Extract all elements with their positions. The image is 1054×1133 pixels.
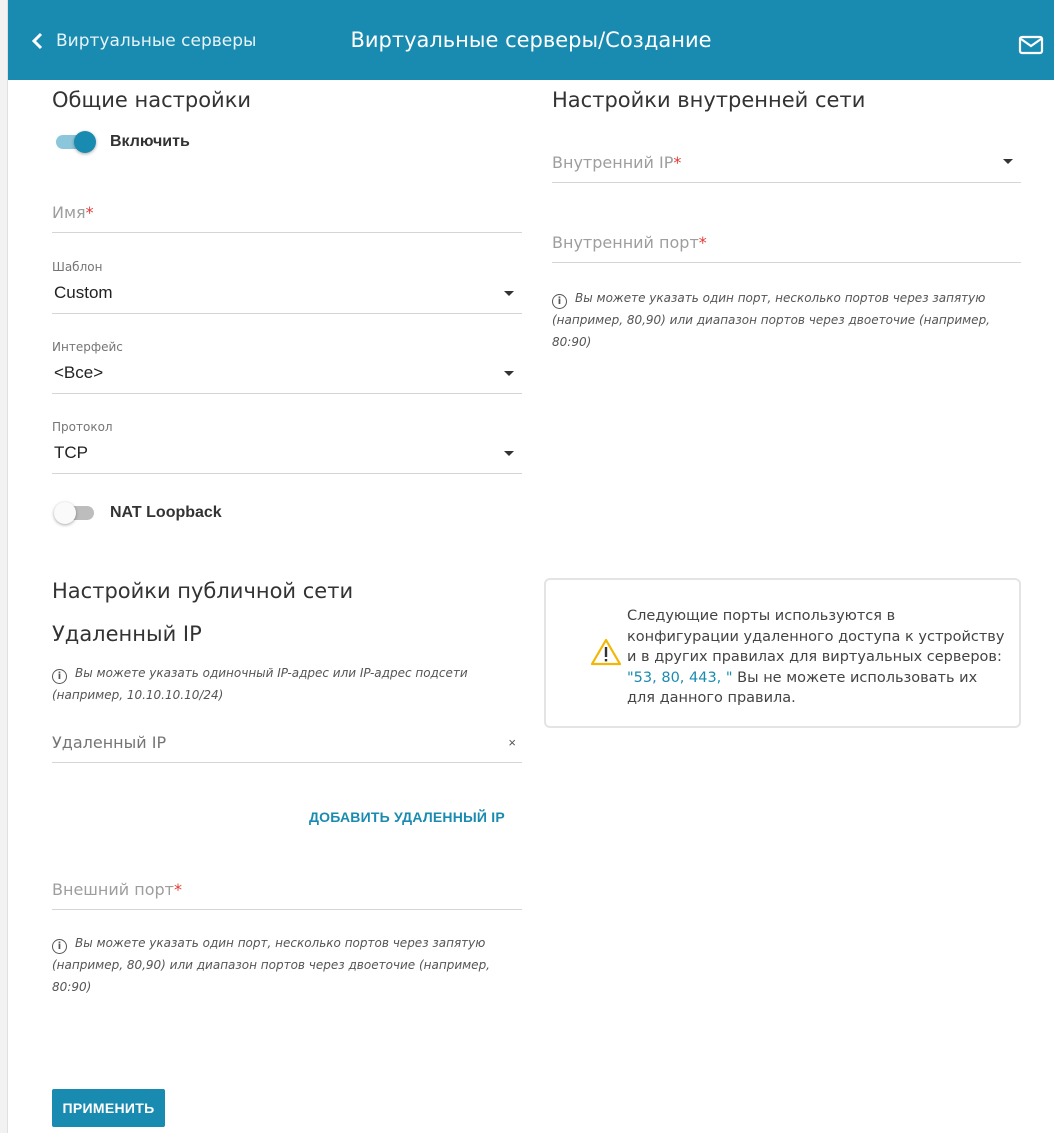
- external-port-placeholder: Внешний порт*: [52, 880, 182, 899]
- nat-loopback-toggle-knob: [54, 502, 76, 524]
- external-port-hint: i Вы можете указать один порт, несколько …: [52, 932, 517, 998]
- warning-text: Следующие порты используются в конфигура…: [627, 606, 1007, 709]
- top-bar: Виртуальные серверы Виртуальные серверы/…: [8, 0, 1054, 80]
- nat-loopback-label: NAT Loopback: [110, 504, 222, 521]
- remote-ip-field[interactable]: Удаленный IP ×: [52, 720, 522, 763]
- internal-port-field[interactable]: Внутренний порт*: [552, 220, 1021, 263]
- left-frame-border: [0, 0, 8, 1133]
- name-placeholder: Имя*: [52, 203, 94, 222]
- enable-toggle-track: [56, 131, 96, 153]
- template-value: Custom: [54, 283, 113, 302]
- public-network-heading: Настройки публичной сети: [52, 579, 354, 603]
- dropdown-arrow-icon: [1003, 159, 1013, 164]
- internal-port-hint: i Вы можете указать один порт, несколько …: [552, 287, 1022, 353]
- warning-text-before: Следующие порты используются в конфигура…: [627, 608, 1005, 665]
- page-title: Виртуальные серверы/Создание: [350, 28, 712, 52]
- required-mark: *: [85, 203, 94, 222]
- internal-port-placeholder-text: Внутренний порт: [552, 233, 699, 252]
- protocol-select[interactable]: Протокол TCP: [52, 420, 522, 474]
- internal-port-placeholder: Внутренний порт*: [552, 233, 707, 252]
- info-icon: i: [52, 669, 67, 684]
- external-port-hint-text: Вы можете указать один порт, несколько п…: [52, 936, 490, 994]
- remote-ip-heading: Удаленный IP: [52, 622, 202, 646]
- template-select[interactable]: Шаблон Custom: [52, 260, 522, 314]
- interface-value: <Все>: [54, 363, 104, 382]
- nat-loopback-toggle-track: [54, 502, 94, 524]
- enable-toggle[interactable]: Включить: [56, 131, 190, 153]
- name-placeholder-text: Имя: [52, 203, 86, 222]
- enable-toggle-label: Включить: [110, 133, 190, 150]
- warning-icon: [590, 638, 622, 666]
- dropdown-arrow-icon: [504, 371, 514, 376]
- interface-label: Интерфейс: [52, 340, 123, 354]
- general-settings-heading: Общие настройки: [52, 88, 252, 112]
- mail-icon[interactable]: [1018, 35, 1044, 55]
- remote-ip-placeholder: Удаленный IP: [52, 733, 167, 752]
- template-label: Шаблон: [52, 260, 103, 274]
- nat-loopback-toggle[interactable]: NAT Loopback: [54, 502, 222, 524]
- enable-toggle-knob: [74, 131, 96, 153]
- protocol-value: TCP: [54, 443, 88, 462]
- info-icon: i: [52, 939, 67, 954]
- internal-ip-select[interactable]: Внутренний IP*: [552, 140, 1021, 183]
- required-mark: *: [174, 880, 182, 899]
- internal-port-hint-text: Вы можете указать один порт, несколько п…: [552, 291, 990, 349]
- remote-ip-hint-text: Вы можете указать одиночный IP-адрес или…: [52, 666, 468, 702]
- warning-ports: "53, 80, 443, ": [627, 669, 733, 686]
- external-port-field[interactable]: Внешний порт*: [52, 867, 522, 910]
- required-mark: *: [673, 153, 682, 172]
- dropdown-arrow-icon: [504, 291, 514, 296]
- add-remote-ip-button[interactable]: ДОБАВИТЬ УДАЛЕННЫЙ IP: [309, 809, 505, 825]
- name-field[interactable]: Имя*: [52, 190, 522, 233]
- internal-ip-placeholder-text: Внутренний IP: [552, 153, 674, 172]
- clear-icon[interactable]: ×: [508, 735, 516, 750]
- interface-select[interactable]: Интерфейс <Все>: [52, 340, 522, 394]
- internal-ip-placeholder: Внутренний IP*: [552, 153, 681, 172]
- protocol-label: Протокол: [52, 420, 113, 434]
- info-icon: i: [552, 294, 567, 309]
- port-conflict-warning: Следующие порты используются в конфигура…: [544, 578, 1021, 728]
- remote-ip-hint: i Вы можете указать одиночный IP-адрес ил…: [52, 662, 527, 706]
- apply-button[interactable]: ПРИМЕНИТЬ: [52, 1089, 165, 1127]
- external-port-placeholder-text: Внешний порт: [52, 880, 174, 899]
- required-mark: *: [698, 233, 707, 252]
- dropdown-arrow-icon: [504, 451, 514, 456]
- internal-network-heading: Настройки внутренней сети: [552, 88, 866, 112]
